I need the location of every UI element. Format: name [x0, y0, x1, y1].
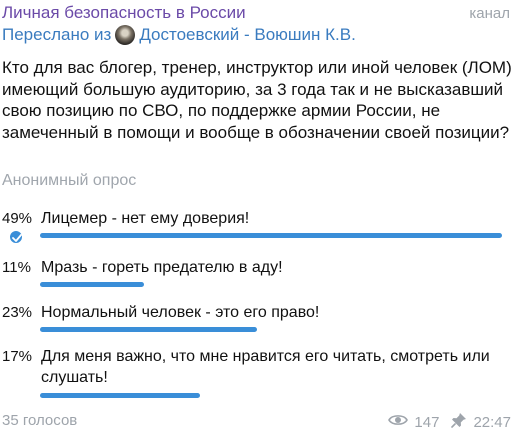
poll-option-bar — [40, 327, 257, 332]
avatar[interactable] — [115, 25, 136, 45]
poll-option-percent: 11% — [2, 259, 31, 276]
poll-option[interactable]: 17% Для меня важно, что мне нравится его… — [0, 346, 519, 398]
channel-name[interactable]: Личная безопасность в России — [2, 3, 246, 23]
forwarded-line[interactable]: Переслано из Достоевский - Воюшин К.В. — [2, 25, 356, 45]
poll-option[interactable]: 11% Мразь - гореть предателю в аду! — [0, 257, 519, 287]
poll-option-percent: 17% — [2, 348, 33, 365]
votes-count[interactable]: 35 голосов — [2, 412, 77, 429]
poll-option[interactable]: 23% Нормальный человек - это его право! — [0, 302, 519, 332]
forwarded-source[interactable]: Достоевский - Воюшин К.В. — [139, 25, 356, 45]
message-time: 22:47 — [473, 413, 511, 431]
poll-type-label: Анонимный опрос — [2, 172, 137, 189]
poll-option-percent: 49% — [2, 210, 33, 227]
poll-option-text: Лицемер - нет ему доверия! — [41, 210, 250, 227]
poll-option-text: Нормальный человек - это его право! — [41, 304, 320, 321]
poll-option[interactable]: 49% Лицемер - нет ему доверия! — [0, 208, 519, 245]
message-footer: 147 22:47 — [388, 412, 511, 432]
poll-question: Кто для вас блогер, тренер, инструктор и… — [2, 58, 512, 142]
views-count: 147 — [414, 413, 440, 431]
poll-option-percent: 23% — [2, 304, 33, 321]
poll-option-bar — [40, 282, 144, 287]
check-icon — [8, 229, 24, 245]
channel-tag: канал — [469, 5, 510, 22]
poll-option-text: Мразь - гореть предателю в аду! — [41, 259, 283, 276]
poll-option-bar — [40, 393, 200, 398]
pin-icon[interactable] — [451, 412, 467, 432]
poll-option-bar — [40, 233, 502, 238]
eye-icon — [388, 413, 409, 431]
forwarded-prefix: Переслано из — [2, 25, 112, 44]
poll-option-text: Для меня важно, что мне нравится его чит… — [41, 348, 490, 386]
